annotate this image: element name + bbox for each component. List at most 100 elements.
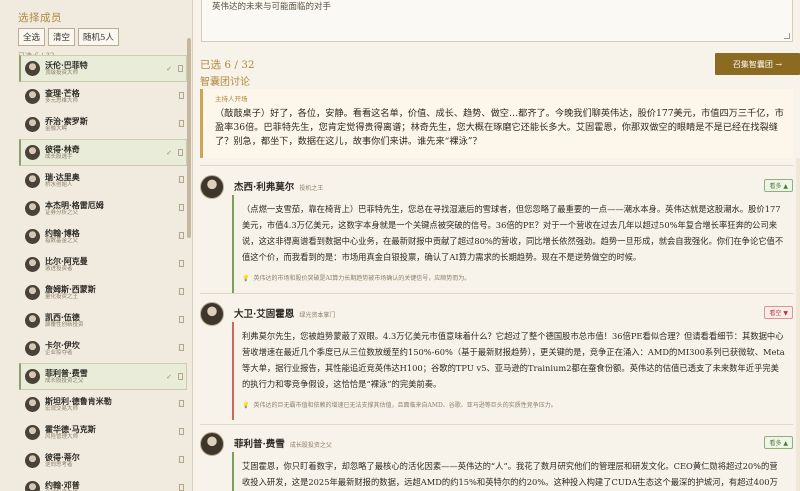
member-role: 风险管理大师 [45, 433, 79, 440]
avatar [200, 175, 224, 199]
member-item[interactable]: 约翰·博格 指数基金之父 [19, 223, 187, 250]
check-icon: ✓ [166, 373, 172, 381]
profile-doc-icon[interactable] [179, 232, 184, 239]
member-item[interactable]: 乔治·索罗斯 金融大鳄 [19, 111, 187, 138]
avatar [25, 285, 40, 300]
member-name: 比尔·阿克曼 [45, 256, 88, 267]
resize-handle[interactable] [784, 33, 790, 39]
member-item[interactable]: 瑞·达里奥 桥水创始人 [19, 167, 187, 194]
member-item[interactable]: 彼得·林奇 成长股选手 ✓ [19, 139, 187, 166]
profile-doc-icon[interactable] [178, 65, 183, 72]
avatar [25, 89, 40, 104]
member-item[interactable]: 霍华德·马克斯 风险管理大师 [19, 419, 187, 446]
profile-doc-icon[interactable] [179, 120, 184, 127]
sidebar-scrollbar[interactable] [187, 38, 191, 238]
member-item[interactable]: 詹姆斯·西蒙斯 量化投资之王 [19, 279, 187, 306]
message-text: 利弗莫尔先生，您被趋势蒙蔽了双眼。4.3万亿美元市值意味着什么？它超过了整个德国… [242, 331, 785, 389]
speaker-message: 利弗莫尔先生，您被趋势蒙蔽了双眼。4.3万亿美元市值意味着什么？它超过了整个德国… [232, 322, 793, 420]
member-role: 激进投资者 [45, 265, 73, 272]
avatar [25, 117, 40, 132]
check-icon: ✓ [166, 149, 172, 157]
profile-doc-icon[interactable] [179, 344, 184, 351]
avatar [25, 145, 40, 160]
profile-doc-icon[interactable] [179, 400, 184, 407]
member-name: 卡尔·伊坎 [45, 340, 80, 351]
member-role: 金融大鳄 [45, 125, 68, 132]
member-role: 顶级投资大师 [45, 69, 79, 76]
divider [200, 424, 793, 425]
speaker-title: 投机之王 [299, 185, 324, 192]
clear-button[interactable]: 清空 [48, 28, 76, 46]
avatar [25, 61, 40, 76]
member-item[interactable]: 查理·芒格 多元思维大师 [19, 83, 187, 110]
discussion-title: 智囊团讨论 [200, 77, 250, 88]
profile-doc-icon[interactable] [179, 176, 184, 183]
avatar [25, 173, 40, 188]
member-item[interactable]: 约翰·邓普全球投资先驱 [19, 475, 187, 491]
main-panel: 英伟达的未来与可能面临的对手 已选 6 / 32 召集智囊团 → 智囊团讨论 主… [193, 0, 800, 491]
member-item[interactable]: 彼得·蒂尔 逆向思考者 [19, 447, 187, 474]
main-selected-count: 已选 6 / 32 [200, 59, 255, 71]
speaker-card: 大卫·艾固霍恩 绿光资本掌门 看空 ▼ 利弗莫尔先生，您被趋势蒙蔽了双眼。4.3万… [200, 302, 793, 422]
avatar [25, 453, 40, 468]
profile-doc-icon[interactable] [179, 288, 184, 295]
member-name: 詹姆斯·西蒙斯 [45, 284, 96, 295]
message-text: 艾固霍恩，你只盯着数字，却忽略了最核心的活化因素——英伟达的“人”。我花了数月研… [242, 461, 778, 487]
member-item[interactable]: 凯西·伍德 颠覆性创新投资 [19, 307, 187, 334]
convene-button[interactable]: 召集智囊团 → [715, 53, 800, 75]
main-scrollbar[interactable] [796, 158, 800, 491]
random-five-button[interactable]: 随机5人 [78, 28, 119, 46]
topic-text: 英伟达的未来与可能面临的对手 [212, 2, 332, 12]
profile-doc-icon[interactable] [179, 428, 184, 435]
member-text: 霍华德·马克斯 风险管理大师 [45, 425, 96, 440]
speaker-message: 艾固霍恩，你只盯着数字，却忽略了最核心的活化因素——英伟达的“人”。我花了数月研… [232, 452, 793, 491]
member-list: 沃伦·巴菲特 顶级投资大师 ✓ 查理·芒格 多元思维大师 乔治·索罗斯 金融大鳄 彼得·林奇成… [19, 55, 187, 491]
member-name: 凯西·伍德 [45, 312, 80, 323]
profile-doc-icon[interactable] [178, 149, 183, 156]
speaker-title: 绿光资本掌门 [299, 312, 336, 319]
profile-doc-icon[interactable] [179, 204, 184, 211]
member-name: 本杰明·格雷厄姆 [45, 200, 104, 211]
speaker-name: 杰西·利弗莫尔 投机之王 [234, 182, 324, 193]
member-name: 霍华德·马克斯 [45, 424, 96, 435]
avatar [200, 302, 224, 326]
summary-note: 💡 英伟达的巨无霸市值和依赖的增速已无法支撑其估值，且面临来自AMD、谷歌、亚马逊… [242, 402, 557, 409]
member-text: 凯西·伍德 颠覆性创新投资 [45, 313, 84, 328]
member-name: 乔治·索罗斯 [45, 116, 88, 127]
profile-doc-icon[interactable] [179, 92, 184, 99]
member-item[interactable]: 沃伦·巴菲特 顶级投资大师 ✓ [19, 55, 187, 82]
member-item[interactable]: 斯坦利·德鲁肯米勒 宏观交易大师 [19, 391, 187, 418]
stance-badge: 看空 ▼ [764, 306, 793, 319]
member-name: 约翰·邓普 [45, 480, 80, 491]
profile-doc-icon[interactable] [179, 484, 184, 491]
member-role: 多元思维大师 [45, 97, 79, 104]
member-item[interactable]: 本杰明·格雷厄姆 证券分析之父 [19, 195, 187, 222]
avatar [25, 425, 40, 440]
profile-doc-icon[interactable] [178, 373, 183, 380]
member-name: 约翰·博格 [45, 228, 80, 239]
summary-note: 💡 英伟达的市场和股价突破是AI算力长期趋势被市场确认的关键信号，应顺势而为。 [242, 275, 471, 282]
member-text: 约翰·博格 指数基金之父 [45, 229, 80, 244]
check-icon: ✓ [166, 65, 172, 73]
host-text: （敲敲桌子）好了，各位，安静。看看这名单，价值、成长、趋势、做空…都齐了。今晚我… [215, 108, 784, 147]
profile-doc-icon[interactable] [179, 316, 184, 323]
member-sidebar: 选择成员 全选 清空 随机5人 已选 6 / 32 沃伦·巴菲特顶级投资大师✓查… [0, 0, 193, 491]
member-item[interactable]: 菲利普·费雪 成长股投资之父 ✓ [19, 363, 187, 390]
profile-doc-icon[interactable] [179, 456, 184, 463]
speaker-name: 大卫·艾固霍恩 绿光资本掌门 [234, 309, 336, 320]
member-item[interactable]: 比尔·阿克曼 激进投资者 [19, 251, 187, 278]
member-name: 斯坦利·德鲁肯米勒 [45, 396, 112, 407]
member-text: 彼得·林奇 成长股选手 [45, 145, 80, 160]
member-item[interactable]: 卡尔·伊坎 企业掠夺者 [19, 335, 187, 362]
member-role: 量化投资之王 [45, 293, 79, 300]
profile-doc-icon[interactable] [179, 260, 184, 267]
select-all-button[interactable]: 全选 [18, 28, 46, 46]
member-role: 桥水创始人 [45, 181, 73, 188]
topic-textarea[interactable]: 英伟达的未来与可能面临的对手 [201, 0, 793, 42]
member-text: 菲利普·费雪 成长股投资之父 [45, 369, 88, 384]
member-name: 查理·芒格 [45, 88, 80, 99]
speaker-name: 菲利普·费雪 成长股投资之父 [234, 439, 332, 450]
member-text: 卡尔·伊坎 企业掠夺者 [45, 341, 80, 356]
member-role: 颠覆性创新投资 [45, 321, 84, 328]
member-role: 企业掠夺者 [45, 349, 73, 356]
